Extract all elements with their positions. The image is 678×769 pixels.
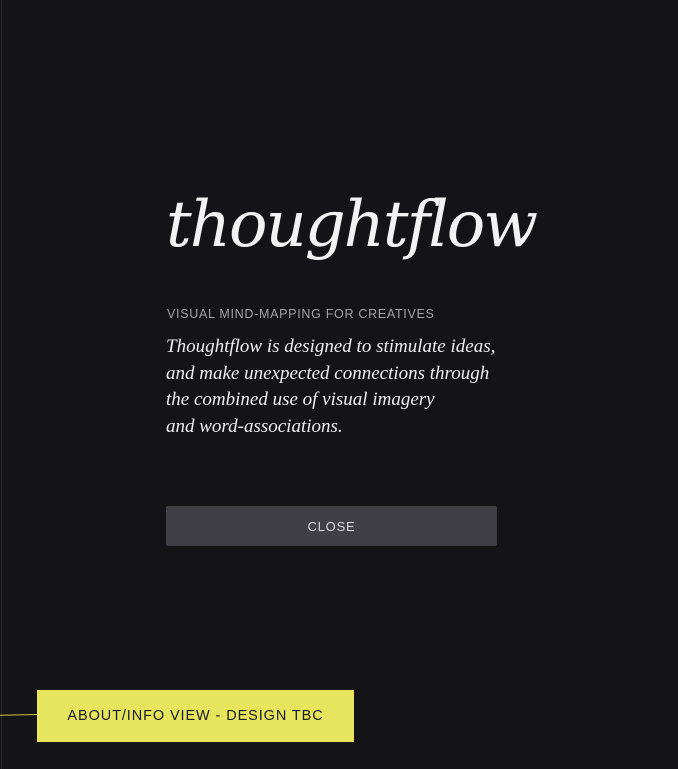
description-line: and make unexpected connections through	[166, 362, 490, 384]
description-line: and word-associations.	[166, 415, 343, 437]
canvas-edge-line	[1, 0, 2, 769]
close-button[interactable]: CLOSE	[166, 506, 497, 546]
description-line: the combined use of visual imagery	[166, 389, 435, 410]
annotation-note: ABOUT/INFO VIEW - DESIGN TBC	[37, 690, 354, 742]
app-tagline: VISUAL MIND-MAPPING FOR CREATIVES	[167, 307, 435, 321]
description-line: Thoughtflow is designed to stimulate ide…	[166, 336, 496, 357]
app-logo: thoughtflow	[166, 188, 538, 262]
app-description: Thoughtflow is designed to stimulate ide…	[166, 334, 506, 440]
annotation-connector-line	[0, 714, 39, 716]
